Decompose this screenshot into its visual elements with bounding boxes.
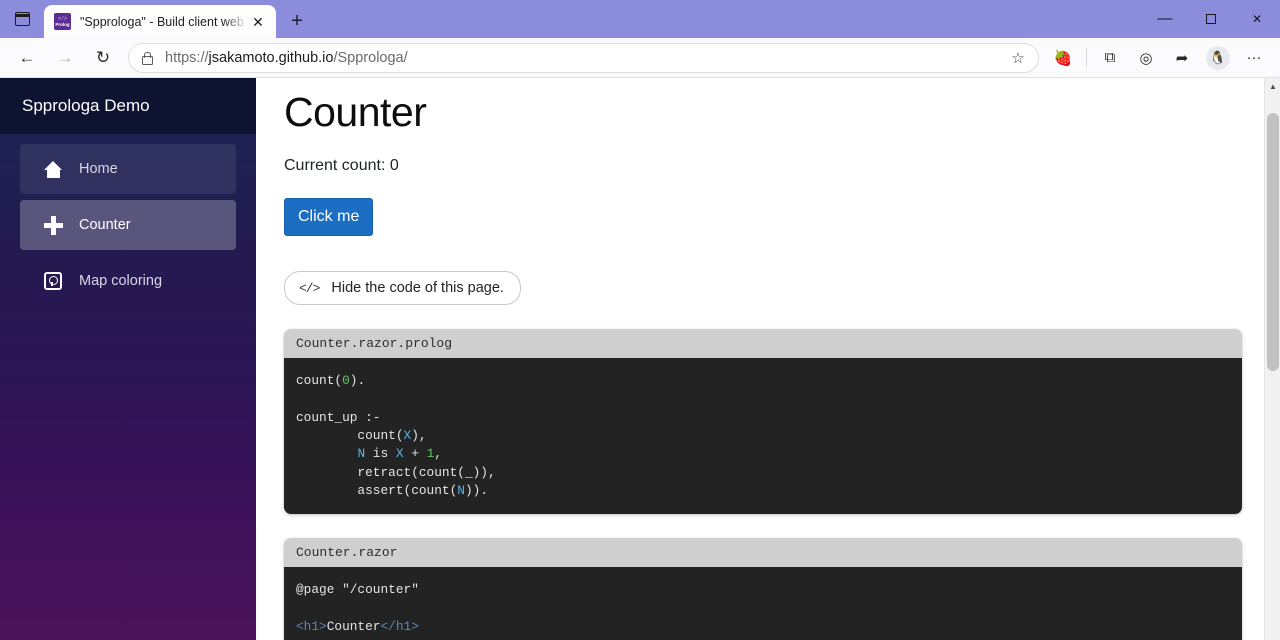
code-token: count_up :-: [296, 409, 381, 425]
app-sidebar: Spprologa Demo Home Counter Map coloring: [0, 78, 256, 640]
code-token: </h1>: [380, 618, 419, 634]
browser-tab[interactable]: </> Prolog "Spprologa" - Build client we…: [44, 5, 276, 38]
avatar-icon: 🐧: [1206, 45, 1230, 70]
plus-icon: [40, 215, 66, 235]
tab-close-icon[interactable]: ✕: [248, 12, 268, 32]
sidebar-item-counter[interactable]: Counter: [20, 200, 236, 250]
code-content: count(0). count_up :- count(X), N is X +…: [284, 358, 1242, 515]
code-icon: </>: [299, 280, 320, 296]
share-icon[interactable]: ➦: [1166, 42, 1198, 74]
code-token: count(: [296, 428, 404, 444]
sidebar-item-home[interactable]: Home: [20, 144, 236, 194]
add-favorite-icon[interactable]: ☆: [1004, 44, 1032, 72]
url-path: /Spprologa/: [333, 49, 408, 66]
code-token: ).: [349, 373, 366, 389]
close-window-button[interactable]: ✕: [1234, 0, 1280, 38]
code-token: <h1>: [296, 618, 327, 634]
code-token: ),: [411, 428, 427, 444]
tab-search-button[interactable]: [0, 0, 44, 38]
page-scrollbar[interactable]: ▲: [1264, 78, 1280, 640]
tab-search-icon: [14, 12, 30, 26]
scroll-up-arrow-icon[interactable]: ▲: [1265, 78, 1280, 95]
sidebar-nav-list: Home Counter Map coloring: [0, 134, 256, 312]
code-token: N: [357, 446, 366, 462]
tab-title: "Spprologa" - Build client web ap: [80, 14, 248, 29]
address-bar[interactable]: https://jsakamoto.github.io/Spprologa/ ☆: [128, 42, 1039, 73]
toolbar-divider: [1086, 48, 1087, 67]
code-token: )).: [464, 483, 489, 499]
scrollbar-thumb[interactable]: [1267, 113, 1279, 371]
collections-icon[interactable]: ⧉: [1094, 42, 1126, 74]
reload-button[interactable]: ↻: [87, 42, 119, 74]
url-scheme: https://: [165, 49, 209, 66]
back-button[interactable]: ←: [11, 42, 43, 74]
toggle-code-label: Hide the code of this page.: [331, 280, 504, 297]
code-token: is: [365, 446, 396, 462]
code-token: retract(count(_)),: [296, 464, 496, 480]
code-token: N: [457, 483, 465, 499]
code-content: @page "/counter" <h1>Counter</h1> <p>Cur…: [284, 567, 1242, 640]
sidebar-item-map-coloring[interactable]: Map coloring: [20, 256, 236, 306]
map-pin-icon: [40, 272, 66, 290]
main-content: Counter Current count: 0 Click me </> Hi…: [256, 78, 1280, 640]
code-token: 0: [342, 373, 350, 389]
code-token: Counter: [326, 618, 381, 634]
browser-toolbar: ← → ↻ https://jsakamoto.github.io/Spprol…: [0, 38, 1280, 78]
code-card: Counter.razor @page "/counter" <h1>Counte…: [284, 538, 1242, 640]
home-icon: [40, 160, 66, 178]
window-controls: — ✕: [1142, 0, 1280, 38]
forward-button[interactable]: →: [49, 42, 81, 74]
favicon-prolog-label: Prolog: [55, 21, 70, 27]
page-title: Counter: [284, 89, 427, 135]
new-tab-button[interactable]: +: [282, 6, 312, 36]
sidebar-header: Spprologa Demo: [0, 78, 256, 134]
sidebar-item-label: Home: [79, 161, 118, 177]
maximize-button[interactable]: [1188, 0, 1234, 38]
lock-icon: [141, 51, 153, 65]
click-me-button[interactable]: Click me: [284, 198, 374, 237]
sidebar-item-label: Map coloring: [79, 273, 163, 289]
url-host: jsakamoto.github.io: [208, 49, 334, 66]
url-text: https://jsakamoto.github.io/Spprologa/: [165, 50, 1004, 66]
web-capture-icon[interactable]: ◎: [1130, 42, 1162, 74]
code-block-list: Counter.razor.prolog count(0). count_up :…: [284, 329, 1242, 640]
minimize-button[interactable]: —: [1142, 0, 1188, 38]
profile-avatar[interactable]: 🐧: [1202, 42, 1234, 74]
browser-window: </> Prolog "Spprologa" - Build client we…: [0, 0, 1280, 640]
code-token: ,: [434, 446, 442, 462]
browser-titlebar: </> Prolog "Spprologa" - Build client we…: [0, 0, 1280, 38]
code-card: Counter.razor.prolog count(0). count_up :…: [284, 329, 1242, 515]
code-token: @page "/counter": [296, 582, 419, 598]
code-token: count(: [296, 373, 343, 389]
toggle-code-button[interactable]: </> Hide the code of this page.: [284, 271, 521, 306]
page-viewport: Spprologa Demo Home Counter Map coloring: [0, 78, 1280, 640]
code-token: X: [395, 446, 404, 462]
code-filename: Counter.razor: [284, 538, 1242, 568]
sidebar-item-label: Counter: [79, 217, 131, 233]
code-filename: Counter.razor.prolog: [284, 329, 1242, 359]
maximize-icon: [1206, 14, 1216, 24]
minimize-icon: —: [1157, 10, 1173, 27]
current-count-text: Current count: 0: [284, 157, 399, 175]
strawberry-extension-icon[interactable]: 🍓: [1047, 42, 1079, 74]
code-token: +: [403, 446, 427, 462]
code-token: assert(count(: [296, 483, 458, 499]
browser-settings-button[interactable]: ···: [1238, 42, 1270, 74]
app-brand-title: Spprologa Demo: [22, 96, 150, 115]
tab-favicon-icon: </> Prolog: [54, 13, 71, 30]
